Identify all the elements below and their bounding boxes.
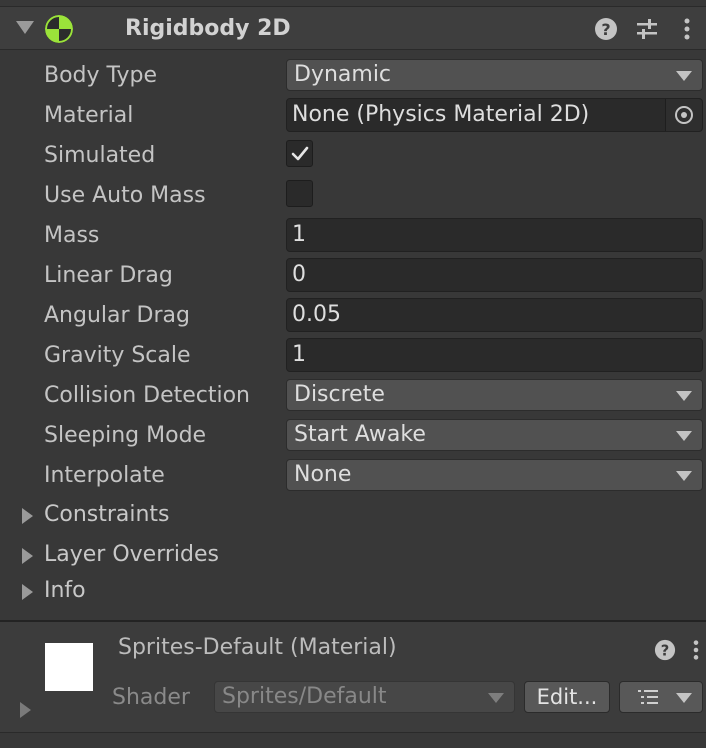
shader-options-button[interactable] (619, 681, 703, 713)
info-foldout[interactable]: Info (0, 574, 706, 610)
simulated-row: Simulated (0, 137, 706, 175)
chevron-down-icon (676, 71, 692, 81)
mass-row: Mass 1 (0, 217, 706, 255)
object-picker-button[interactable] (665, 99, 702, 131)
mass-field[interactable]: 1 (286, 218, 703, 252)
collision-detection-label: Collision Detection (44, 383, 251, 408)
linear-drag-label[interactable]: Linear Drag (44, 263, 173, 288)
interpolate-row: Interpolate None (0, 457, 706, 495)
shader-dropdown: Sprites/Default (214, 681, 515, 713)
sleeping-mode-value: Start Awake (294, 422, 426, 447)
more-icon[interactable] (675, 17, 699, 41)
layer-overrides-foldout[interactable]: Layer Overrides (0, 538, 706, 574)
sleeping-mode-row: Sleeping Mode Start Awake (0, 417, 706, 455)
material-preview-thumbnail[interactable] (45, 643, 93, 691)
shader-value: Sprites/Default (222, 684, 387, 709)
use-auto-mass-label: Use Auto Mass (44, 183, 206, 208)
body-type-label: Body Type (44, 63, 158, 88)
target-icon (675, 106, 693, 124)
collision-detection-dropdown[interactable]: Discrete (286, 379, 703, 411)
material-title: Sprites-Default (Material) (118, 635, 397, 660)
material-value: None (Physics Material 2D) (292, 102, 590, 127)
chevron-down-icon (676, 431, 692, 441)
constraints-foldout[interactable]: Constraints (0, 498, 706, 534)
svg-text:?: ? (661, 643, 670, 660)
edit-shader-button[interactable]: Edit... (524, 681, 610, 713)
material-object-field[interactable]: None (Physics Material 2D) (286, 98, 703, 132)
chevron-down-icon (676, 391, 692, 401)
checkmark-icon (291, 146, 309, 161)
linear-drag-row: Linear Drag 0 (0, 257, 706, 295)
shader-label: Shader (112, 685, 190, 710)
component-header[interactable]: Rigidbody 2D ? (0, 6, 706, 50)
chevron-down-icon (676, 693, 692, 703)
interpolate-value: None (294, 462, 352, 487)
more-icon[interactable] (686, 639, 706, 663)
gravity-scale-field[interactable]: 1 (286, 338, 703, 372)
simulated-label: Simulated (44, 143, 156, 168)
sleeping-mode-dropdown[interactable]: Start Awake (286, 419, 703, 451)
info-label: Info (44, 578, 86, 603)
foldout-closed-icon[interactable] (22, 548, 33, 564)
help-icon[interactable]: ? (654, 639, 678, 663)
angular-drag-value: 0.05 (292, 302, 341, 327)
bottom-bar (0, 732, 706, 748)
chevron-down-icon (676, 471, 692, 481)
body-type-value: Dynamic (294, 62, 392, 87)
use-auto-mass-checkbox[interactable] (286, 180, 313, 207)
mass-value: 1 (292, 222, 306, 247)
chevron-down-icon (488, 693, 504, 703)
inspector-panel: Rigidbody 2D ? Body Type Dynamic Materia… (0, 0, 706, 748)
foldout-closed-icon[interactable] (20, 702, 31, 718)
material-label: Material (44, 103, 134, 128)
material-section: Sprites-Default (Material) ? Shader Spri… (0, 622, 706, 732)
simulated-checkbox[interactable] (286, 140, 313, 167)
collision-detection-value: Discrete (294, 382, 385, 407)
layer-overrides-label: Layer Overrides (44, 542, 219, 567)
linear-drag-field[interactable]: 0 (286, 258, 703, 292)
linear-drag-value: 0 (292, 262, 306, 287)
foldout-closed-icon[interactable] (22, 508, 33, 524)
mass-label[interactable]: Mass (44, 223, 99, 248)
constraints-label: Constraints (44, 502, 170, 527)
component-title: Rigidbody 2D (125, 16, 291, 41)
material-row: Material None (Physics Material 2D) (0, 97, 706, 135)
interpolate-label: Interpolate (44, 463, 165, 488)
sleeping-mode-label: Sleeping Mode (44, 423, 207, 448)
foldout-open-icon[interactable] (16, 21, 34, 34)
angular-drag-field[interactable]: 0.05 (286, 298, 703, 332)
use-auto-mass-row: Use Auto Mass (0, 177, 706, 215)
help-icon[interactable]: ? (594, 17, 618, 41)
interpolate-dropdown[interactable]: None (286, 459, 703, 491)
angular-drag-row: Angular Drag 0.05 (0, 297, 706, 335)
preset-icon[interactable] (635, 17, 659, 41)
body-type-dropdown[interactable]: Dynamic (286, 59, 703, 91)
svg-text:?: ? (601, 20, 610, 39)
rigidbody-2d-icon[interactable] (45, 15, 73, 43)
gravity-scale-value: 1 (292, 342, 306, 367)
foldout-closed-icon[interactable] (22, 584, 33, 600)
list-icon (638, 690, 658, 704)
collision-detection-row: Collision Detection Discrete (0, 377, 706, 415)
angular-drag-label[interactable]: Angular Drag (44, 303, 190, 328)
body-type-row: Body Type Dynamic (0, 57, 706, 95)
gravity-scale-row: Gravity Scale 1 (0, 337, 706, 375)
gravity-scale-label[interactable]: Gravity Scale (44, 343, 191, 368)
